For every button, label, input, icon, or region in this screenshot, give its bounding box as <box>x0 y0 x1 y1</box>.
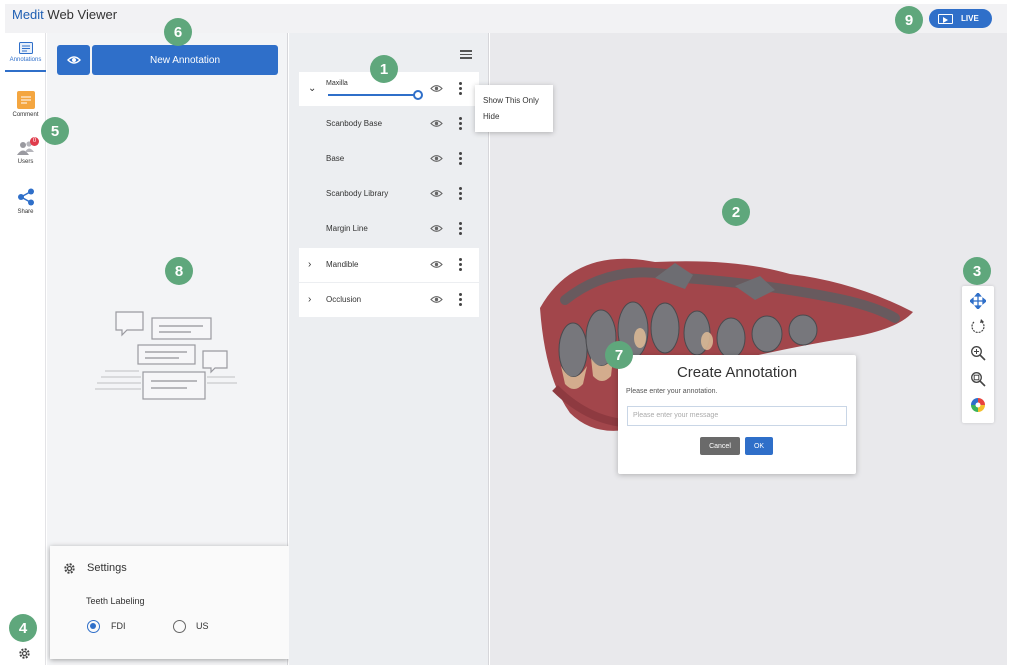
callout-marker-7: 7 <box>605 341 633 369</box>
comment-icon <box>16 91 35 109</box>
empty-annotations-illustration <box>95 311 237 400</box>
color-icon[interactable] <box>970 397 986 413</box>
share-icon <box>17 188 34 206</box>
users-badge: 0 <box>30 137 39 146</box>
cancel-button[interactable]: Cancel <box>700 437 740 455</box>
layer-row-base[interactable]: Base <box>299 142 479 177</box>
fdi-label: FDI <box>111 621 126 631</box>
callout-marker-4: 4 <box>9 614 37 642</box>
pan-icon[interactable] <box>970 293 986 309</box>
callout-marker-6: 6 <box>164 18 192 46</box>
eye-icon[interactable] <box>430 84 443 93</box>
layer-row-margin-line[interactable]: Margin Line <box>299 212 479 247</box>
annotation-message-input[interactable]: Please enter your message <box>627 406 847 426</box>
view-toolbar <box>962 286 994 423</box>
more-options-icon[interactable] <box>459 293 462 308</box>
sidebar-item-comment[interactable]: Comment <box>5 91 46 118</box>
layer-row-mandible[interactable]: › Mandible <box>299 248 479 283</box>
sidebar-item-label: Share <box>17 209 34 215</box>
callout-marker-3: 3 <box>963 257 991 285</box>
layer-row-scanbody-library[interactable]: Scanbody Library <box>299 177 479 212</box>
opacity-slider-handle[interactable] <box>413 90 423 100</box>
menu-item-show-this-only[interactable]: Show This Only <box>483 96 539 105</box>
settings-gear-icon <box>64 563 75 574</box>
callout-marker-9: 9 <box>895 6 923 34</box>
sidebar-item-label: Users <box>17 159 34 165</box>
fdi-radio[interactable] <box>87 620 100 633</box>
settings-title: Settings <box>87 562 127 574</box>
rotate-icon[interactable] <box>970 319 986 335</box>
opacity-slider[interactable] <box>328 94 418 96</box>
live-button[interactable]: LIVE <box>929 9 992 28</box>
eye-icon[interactable] <box>430 260 443 269</box>
new-annotation-button[interactable]: New Annotation <box>92 45 278 75</box>
layer-name: Scanbody Library <box>326 189 389 198</box>
layer-row-scanbody-base[interactable]: Scanbody Base <box>299 107 479 142</box>
layer-name: Base <box>326 154 345 163</box>
layer-context-menu: Show This Only Hide <box>475 85 553 132</box>
layer-name: Occlusion <box>326 295 362 304</box>
sidebar: Annotations Comment 0 Users Share <box>5 33 46 665</box>
layers-menu-icon[interactable] <box>460 50 472 59</box>
more-options-icon[interactable] <box>459 187 462 202</box>
us-label: US <box>196 621 209 631</box>
layer-name: Scanbody Base <box>326 119 383 128</box>
callout-marker-2: 2 <box>722 198 750 226</box>
eye-icon[interactable] <box>430 154 443 163</box>
layer-name: Margin Line <box>326 224 368 233</box>
toggle-annotations-button[interactable] <box>57 45 90 75</box>
eye-icon <box>67 56 81 64</box>
title-bar <box>5 4 1007 33</box>
callout-marker-8: 8 <box>165 257 193 285</box>
menu-item-hide[interactable]: Hide <box>483 112 499 121</box>
callout-marker-1: 1 <box>370 55 398 83</box>
sidebar-item-label: Comment <box>12 112 39 118</box>
app-title: Medit Web Viewer <box>12 7 118 22</box>
dialog-title: Create Annotation <box>676 364 798 381</box>
layer-row-occlusion[interactable]: › Occlusion <box>299 283 479 318</box>
more-options-icon[interactable] <box>459 117 462 132</box>
more-options-icon[interactable] <box>459 222 462 237</box>
chevron-right-icon[interactable]: › <box>308 294 311 305</box>
eye-icon[interactable] <box>430 189 443 198</box>
annotations-icon <box>18 42 33 54</box>
sidebar-item-users[interactable]: 0 Users <box>5 137 46 165</box>
zoom-fit-icon[interactable] <box>970 371 986 387</box>
layer-name: Maxilla <box>326 80 348 87</box>
sidebar-item-label: Annotations <box>9 57 42 63</box>
more-options-icon[interactable] <box>459 82 462 97</box>
eye-icon[interactable] <box>430 224 443 233</box>
ok-button[interactable]: OK <box>745 437 773 455</box>
callout-marker-5: 5 <box>41 117 69 145</box>
settings-popup: Settings Teeth Labeling FDI US <box>50 546 289 659</box>
more-options-icon[interactable] <box>459 258 462 273</box>
sidebar-item-share[interactable]: Share <box>5 188 46 215</box>
eye-icon[interactable] <box>430 295 443 304</box>
more-options-icon[interactable] <box>459 152 462 167</box>
teeth-labeling-label: Teeth Labeling <box>86 596 145 606</box>
chevron-down-icon[interactable]: ⌄ <box>308 83 316 94</box>
gear-icon[interactable] <box>18 647 31 660</box>
create-annotation-dialog: Create Annotation Please enter your anno… <box>618 355 856 474</box>
sidebar-item-annotations[interactable]: Annotations <box>5 42 46 72</box>
live-button-label: LIVE <box>961 14 979 23</box>
chevron-right-icon[interactable]: › <box>308 259 311 270</box>
eye-icon[interactable] <box>430 119 443 128</box>
dialog-subtitle: Please enter your annotation. <box>626 388 718 395</box>
us-radio[interactable] <box>173 620 186 633</box>
layer-name: Mandible <box>326 260 359 269</box>
live-video-icon <box>938 13 953 24</box>
zoom-in-icon[interactable] <box>970 345 986 361</box>
